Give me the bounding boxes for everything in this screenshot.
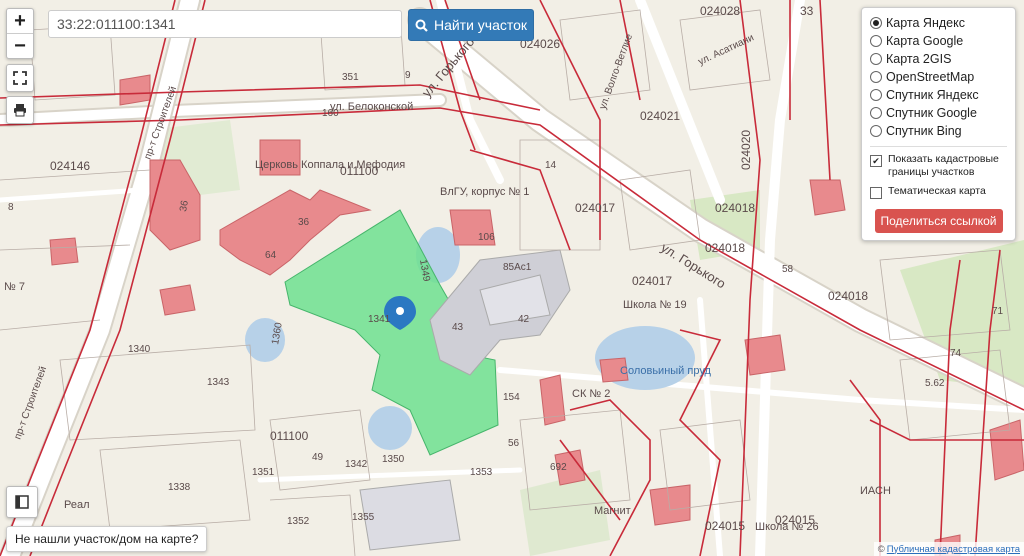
layer-option-label: Карта Google — [886, 34, 964, 48]
not-found-link[interactable]: Не нашли участок/дом на карте? — [6, 526, 208, 552]
copyright-sign: © — [877, 543, 885, 555]
parcel-number: 1340 — [128, 344, 151, 355]
parcel-number: 1341 — [368, 314, 391, 325]
parcel-number: 1342 — [345, 459, 368, 470]
parcel-number: 1351 — [252, 467, 275, 478]
parcel-number: 8 — [8, 202, 14, 213]
panel-icon — [15, 495, 29, 509]
parcel-number: 85Ас1 — [503, 262, 532, 273]
radio-button[interactable] — [870, 107, 882, 119]
place-label: ИАСН — [860, 485, 891, 497]
layers-toggle-button[interactable] — [6, 486, 38, 518]
place-label: Магнит — [594, 505, 631, 517]
cadastral-search-input[interactable] — [48, 10, 402, 38]
parcel-number: 1338 — [168, 482, 191, 493]
layer-option-label: OpenStreetMap — [886, 70, 975, 84]
place-label: № 7 — [4, 281, 25, 293]
parcel-number: 1350 — [382, 454, 405, 465]
radio-button[interactable] — [870, 89, 882, 101]
radio-button[interactable] — [870, 125, 882, 137]
district-label: 024018 — [715, 201, 755, 215]
zoom-out-button[interactable]: − — [7, 33, 33, 58]
layer-option-yandex-map[interactable]: Карта Яндекс — [870, 14, 1007, 32]
layer-option-label: Спутник Bing — [886, 124, 962, 138]
place-label: Школа № 19 — [623, 299, 687, 311]
divider — [870, 146, 1007, 147]
district-label: 024028 — [700, 4, 740, 18]
parcel-number: 36 — [298, 217, 310, 228]
print-button[interactable] — [6, 96, 34, 124]
search-icon — [415, 19, 428, 32]
place-label: Церковь Коппала и Мефодия — [255, 159, 405, 171]
expand-icon — [13, 71, 27, 85]
cadastral-borders-checkbox-row[interactable]: ✔ Показать кадастровые границы участков — [870, 153, 1007, 179]
parcel-number: 692 — [550, 462, 567, 473]
radio-button[interactable] — [870, 71, 882, 83]
layer-option-bing-satellite[interactable]: Спутник Bing — [870, 122, 1007, 140]
parcel-number: 106 — [478, 232, 495, 243]
radio-button[interactable] — [870, 17, 882, 29]
layer-switcher-panel: Карта Яндекс Карта Google Карта 2GIS Ope… — [861, 7, 1016, 241]
checkbox-checked[interactable]: ✔ — [870, 155, 882, 167]
thematic-map-checkbox-row[interactable]: Тематическая карта — [870, 185, 1007, 199]
district-label: 33 — [800, 4, 814, 18]
parcel-number: 71 — [992, 306, 1004, 317]
parcel-number: 351 — [342, 72, 359, 83]
layer-option-label: Карта 2GIS — [886, 52, 952, 66]
district-label: 011100 — [270, 429, 309, 443]
district-label: 024146 — [50, 159, 90, 173]
parcel-number: 64 — [265, 250, 277, 261]
radio-button[interactable] — [870, 53, 882, 65]
district-label: 024018 — [828, 289, 868, 303]
parcel-number: 74 — [950, 348, 962, 359]
zoom-control: + − — [6, 8, 34, 59]
cadastral-borders-label: Показать кадастровые границы участков — [888, 153, 999, 178]
district-label: 024021 — [640, 109, 680, 123]
layer-option-google-satellite[interactable]: Спутник Google — [870, 104, 1007, 122]
find-parcel-label: Найти участок — [433, 17, 528, 33]
district-label: 024017 — [632, 274, 672, 288]
checkbox-unchecked[interactable] — [870, 187, 882, 199]
parcel-number: 1343 — [207, 377, 230, 388]
parcel-number: 49 — [312, 452, 324, 463]
thematic-map-label: Тематическая карта — [888, 185, 986, 197]
district-label: 024018 — [705, 241, 745, 255]
find-parcel-button[interactable]: Найти участок — [408, 9, 534, 41]
street-label: ул. Белоконской — [330, 101, 413, 113]
place-label: Школа № 26 — [755, 521, 819, 533]
layer-option-label: Спутник Google — [886, 106, 977, 120]
parcel-number: 9 — [405, 70, 411, 81]
district-label: 024020 — [739, 130, 753, 170]
attribution-link[interactable]: Публичная кадастровая карта — [887, 544, 1020, 555]
parcel-number: 1355 — [352, 512, 375, 523]
place-label: Соловьиный пруд — [620, 365, 711, 377]
place-label: СК № 2 — [572, 388, 610, 400]
parcel-number: 56 — [508, 438, 520, 449]
parcel-number: 160 — [322, 108, 339, 119]
parcel-number: 1353 — [470, 467, 493, 478]
parcel-number: 5.62 — [925, 378, 945, 389]
layer-option-label: Карта Яндекс — [886, 16, 965, 30]
parcel-number: 14 — [545, 160, 557, 171]
fullscreen-button[interactable] — [6, 64, 34, 92]
place-label: Реал — [64, 499, 90, 511]
radio-button[interactable] — [870, 35, 882, 47]
printer-icon — [14, 104, 26, 117]
layer-option-2gis-map[interactable]: Карта 2GIS — [870, 50, 1007, 68]
district-label: 024017 — [575, 201, 615, 215]
layer-option-label: Спутник Яндекс — [886, 88, 979, 102]
district-label: 024015 — [705, 519, 745, 533]
attribution: © Публичная кадастровая карта — [873, 542, 1024, 556]
layer-option-osm[interactable]: OpenStreetMap — [870, 68, 1007, 86]
parcel-number: 154 — [503, 392, 520, 403]
layer-option-yandex-satellite[interactable]: Спутник Яндекс — [870, 86, 1007, 104]
share-link-button[interactable]: Поделиться ссылкой — [874, 209, 1003, 233]
parcel-number: 43 — [452, 322, 464, 333]
layer-option-google-map[interactable]: Карта Google — [870, 32, 1007, 50]
place-label: ВлГУ, корпус № 1 — [440, 186, 529, 198]
parcel-number: 58 — [782, 264, 794, 275]
parcel-number: 1352 — [287, 516, 310, 527]
zoom-in-button[interactable]: + — [7, 9, 33, 33]
parcel-number: 42 — [518, 314, 530, 325]
